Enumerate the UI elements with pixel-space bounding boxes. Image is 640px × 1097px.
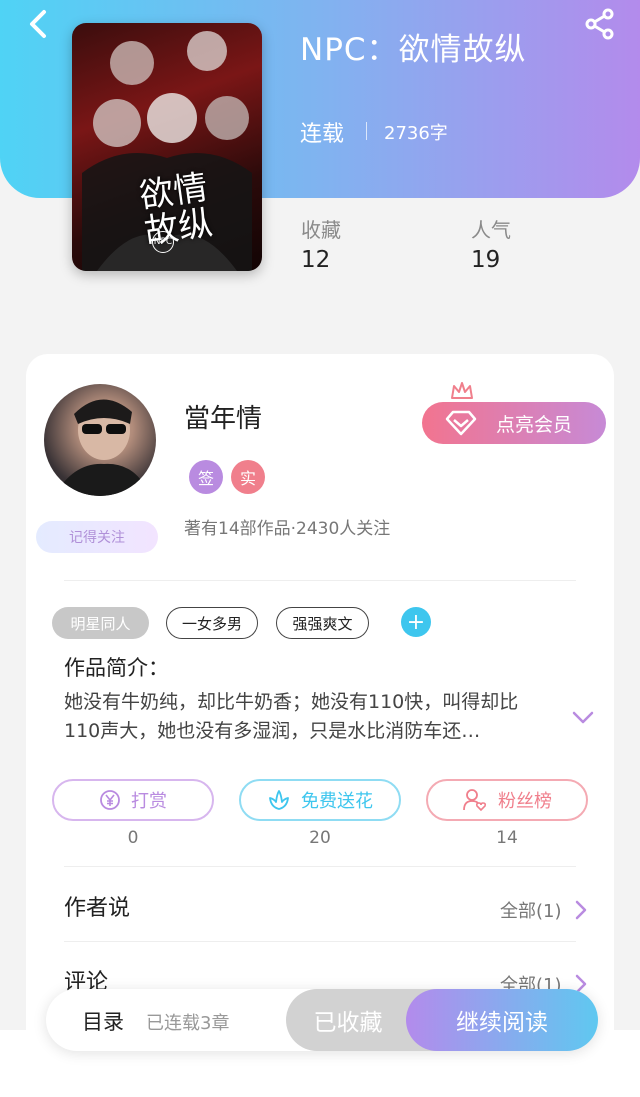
book-cover[interactable]: 欲情故纵 NPC: [72, 23, 262, 271]
send-flower-button[interactable]: 免费送花: [239, 779, 401, 821]
author-says-title[interactable]: 作者说: [64, 890, 130, 922]
stat-popularity-label: 人气: [471, 218, 511, 242]
tag-item[interactable]: 明星同人: [52, 607, 149, 639]
signed-badge: 签: [189, 460, 223, 494]
follow-reminder[interactable]: 记得关注: [36, 521, 158, 553]
fan-count: 14: [496, 828, 518, 848]
divider: [64, 866, 576, 867]
author-says-all-link[interactable]: 全部(1): [500, 897, 562, 923]
cover-title-art: 欲情故纵: [137, 167, 216, 253]
toc-status: 已连载3章: [146, 1013, 230, 1034]
stat-favorites-label: 收藏: [301, 218, 341, 242]
vip-label: 点亮会员: [496, 413, 573, 436]
favorited-label: 已收藏: [313, 1010, 383, 1036]
send-flower-label: 免费送花: [301, 791, 373, 812]
status-divider: [366, 122, 367, 140]
fan-ranking-button[interactable]: 粉丝榜: [426, 779, 588, 821]
divider: [64, 580, 576, 581]
intro-text: 她没有牛奶纯，却比牛奶香；她没有110快，叫得却比110声大，她也没有多湿润，只…: [64, 691, 519, 742]
stat-favorites-value: 12: [301, 247, 331, 273]
toc-button[interactable]: 目录: [82, 1006, 124, 1036]
share-button[interactable]: [584, 8, 616, 40]
book-title: NPC：欲情故纵: [300, 32, 527, 68]
divider: [64, 941, 576, 942]
author-avatar[interactable]: [44, 384, 156, 496]
expand-intro-button[interactable]: [572, 710, 594, 729]
tag-item[interactable]: 一女多男: [166, 607, 258, 639]
add-tag-button[interactable]: +: [401, 607, 431, 637]
continue-reading-button[interactable]: 继续阅读: [406, 989, 598, 1051]
crown-icon: [450, 380, 474, 404]
tag-item[interactable]: 强强爽文: [276, 607, 369, 639]
avatar-photo: [54, 399, 150, 496]
cover-emblem: NPC: [152, 231, 174, 253]
book-word-count: 2736字: [384, 123, 448, 144]
fan-ranking-label: 粉丝榜: [498, 791, 552, 812]
diamond-icon: [444, 410, 478, 440]
tip-button[interactable]: 打赏: [52, 779, 214, 821]
author-name[interactable]: 當年情: [184, 398, 262, 435]
tip-count: 0: [127, 828, 139, 848]
chevron-down-icon: [572, 711, 594, 724]
flower-icon: [269, 790, 289, 810]
fan-user-icon: [463, 789, 487, 812]
intro-title: 作品简介：: [64, 656, 169, 680]
follow-label: 记得关注: [69, 530, 125, 546]
tip-label: 打赏: [131, 791, 167, 812]
stat-popularity-value: 19: [471, 247, 501, 273]
share-icon: [585, 8, 614, 40]
yen-coin-icon: [100, 790, 120, 810]
continue-reading-label: 继续阅读: [456, 1010, 548, 1036]
chevron-left-icon: [30, 10, 46, 38]
verified-badge: 实: [231, 460, 265, 494]
back-button[interactable]: [22, 6, 58, 42]
book-status: 连载: [300, 122, 345, 147]
flower-count: 20: [309, 828, 331, 848]
chevron-right-icon[interactable]: [574, 899, 588, 925]
author-meta: 著有14部作品·2430人关注: [184, 519, 391, 539]
